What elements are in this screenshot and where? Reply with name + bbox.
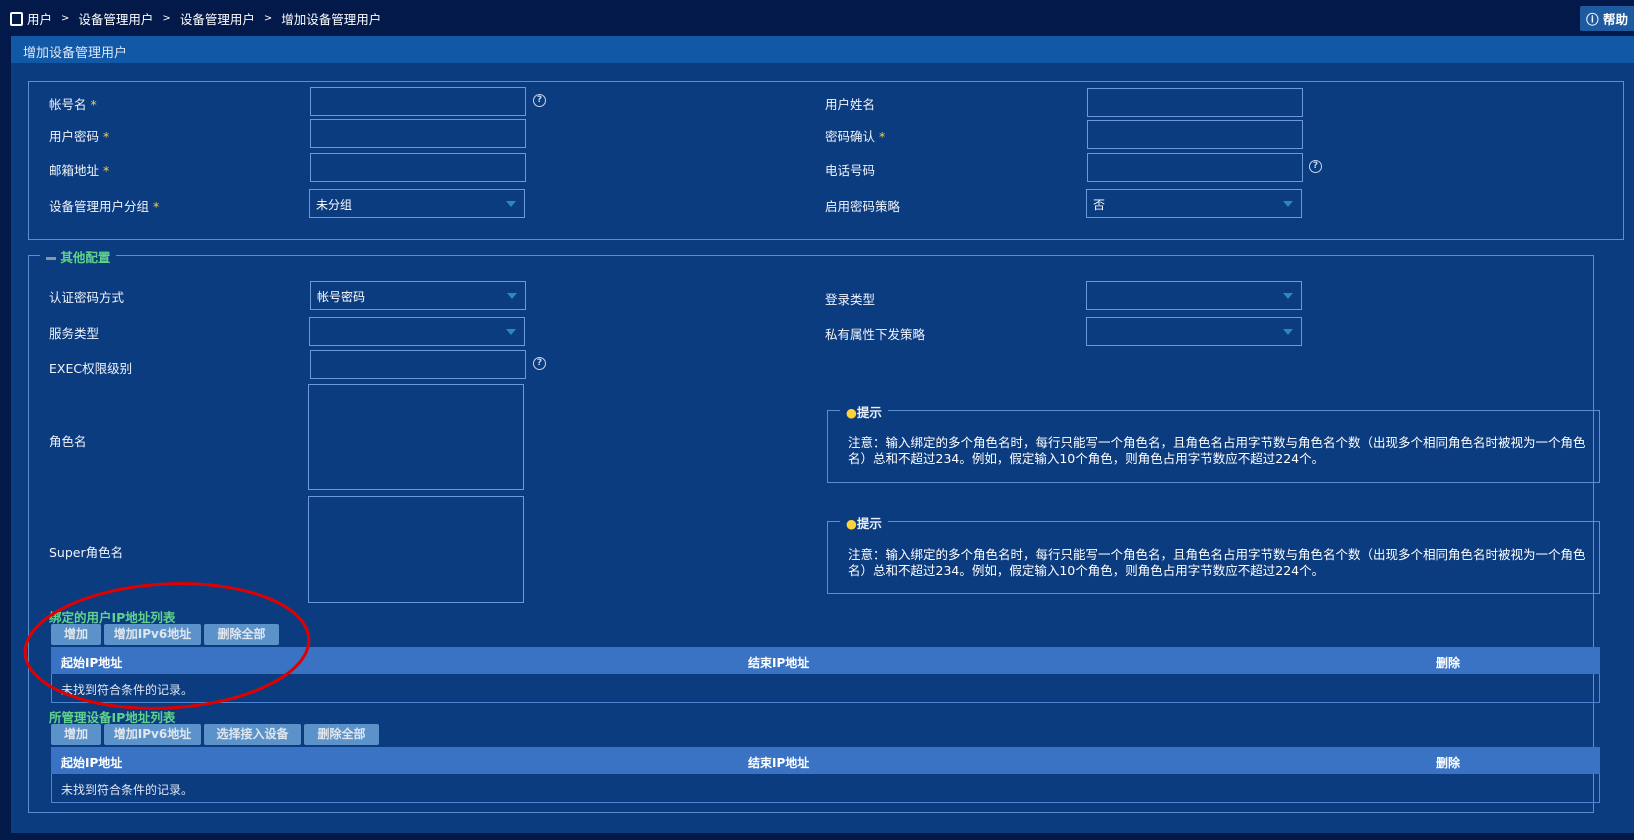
- breadcrumb-current: 增加设备管理用户: [281, 12, 382, 27]
- fullname-label: 用户姓名: [825, 97, 876, 112]
- help-icon: ⓘ: [1586, 12, 1599, 27]
- other-legend[interactable]: 其他配置: [40, 247, 117, 266]
- hint-title: ●提示: [840, 402, 888, 421]
- panel-title: 增加设备管理用户: [11, 36, 1634, 63]
- auth-label: 认证密码方式: [49, 290, 125, 305]
- private-attr-label: 私有属性下发策略: [825, 327, 926, 342]
- confirm-label: 密码确认 *: [825, 129, 886, 144]
- add-ipv6-button[interactable]: 增加IPv6地址: [104, 724, 201, 745]
- help-circle-icon[interactable]: ?: [533, 94, 546, 107]
- select-device-button[interactable]: 选择接入设备: [204, 724, 301, 745]
- breadcrumb-item[interactable]: 设备管理用户: [180, 9, 255, 28]
- help-button[interactable]: ⓘ 帮助: [1580, 6, 1634, 31]
- auth-select[interactable]: 帐号密码: [310, 281, 526, 310]
- hint-text: 注意：输入绑定的多个角色名时，每行只能写一个角色名，且角色名占用字节数与角色名个…: [848, 547, 1586, 578]
- phone-input[interactable]: [1087, 153, 1303, 182]
- add-button[interactable]: 增加: [51, 724, 101, 745]
- password-label: 用户密码 *: [49, 129, 110, 144]
- help-circle-icon[interactable]: ?: [1309, 160, 1322, 173]
- breadcrumb-item[interactable]: 用户: [27, 9, 52, 28]
- hint-text: 注意：输入绑定的多个角色名时，每行只能写一个角色名，且角色名占用字节数与角色名个…: [848, 435, 1586, 466]
- account-label: 帐号名 *: [49, 97, 97, 112]
- col-start-ip: 起始IP地址: [61, 756, 123, 770]
- help-label: 帮助: [1602, 12, 1628, 27]
- account-input[interactable]: [310, 87, 526, 116]
- table-header: 起始IP地址 结束IP地址 删除: [51, 747, 1600, 774]
- delete-all-button[interactable]: 删除全部: [304, 724, 379, 745]
- super-role-label: Super角色名: [49, 545, 124, 560]
- pwd-policy-label: 启用密码策略: [825, 199, 901, 214]
- group-label: 设备管理用户分组 *: [49, 199, 160, 214]
- hint-title: ●提示: [840, 513, 888, 532]
- private-attr-select[interactable]: [1086, 317, 1302, 346]
- confirm-input[interactable]: [1087, 120, 1303, 149]
- service-select[interactable]: [309, 317, 525, 346]
- user-icon: [10, 11, 23, 26]
- col-end-ip: 结束IP地址: [748, 656, 810, 670]
- annotation-ellipse: [23, 582, 311, 710]
- help-circle-icon[interactable]: ?: [533, 357, 546, 370]
- lightbulb-icon: ●: [846, 405, 857, 420]
- role-label: 角色名: [49, 434, 87, 449]
- login-type-label: 登录类型: [825, 292, 876, 307]
- col-delete: 删除: [1436, 656, 1461, 670]
- breadcrumb: 用户 > 设备管理用户 > 设备管理用户 > 增加设备管理用户: [10, 9, 381, 28]
- pwd-policy-select[interactable]: 否: [1086, 189, 1302, 218]
- exec-input[interactable]: [310, 350, 526, 379]
- lightbulb-icon: ●: [846, 516, 857, 531]
- collapse-icon: [46, 257, 56, 260]
- col-end-ip: 结束IP地址: [748, 756, 810, 770]
- phone-label: 电话号码: [825, 163, 876, 178]
- exec-label: EXEC权限级别: [49, 361, 133, 376]
- col-delete: 删除: [1436, 756, 1461, 770]
- group-select[interactable]: 未分组: [309, 189, 525, 218]
- email-label: 邮箱地址 *: [49, 163, 110, 178]
- login-type-select[interactable]: [1086, 281, 1302, 310]
- empty-row: 未找到符合条件的记录。: [51, 774, 1600, 803]
- password-input[interactable]: [310, 119, 526, 148]
- role-textarea[interactable]: [308, 384, 524, 490]
- email-input[interactable]: [310, 153, 526, 182]
- service-label: 服务类型: [49, 326, 100, 341]
- super-role-textarea[interactable]: [308, 496, 524, 603]
- fullname-input[interactable]: [1087, 88, 1303, 117]
- breadcrumb-item[interactable]: 设备管理用户: [78, 9, 153, 28]
